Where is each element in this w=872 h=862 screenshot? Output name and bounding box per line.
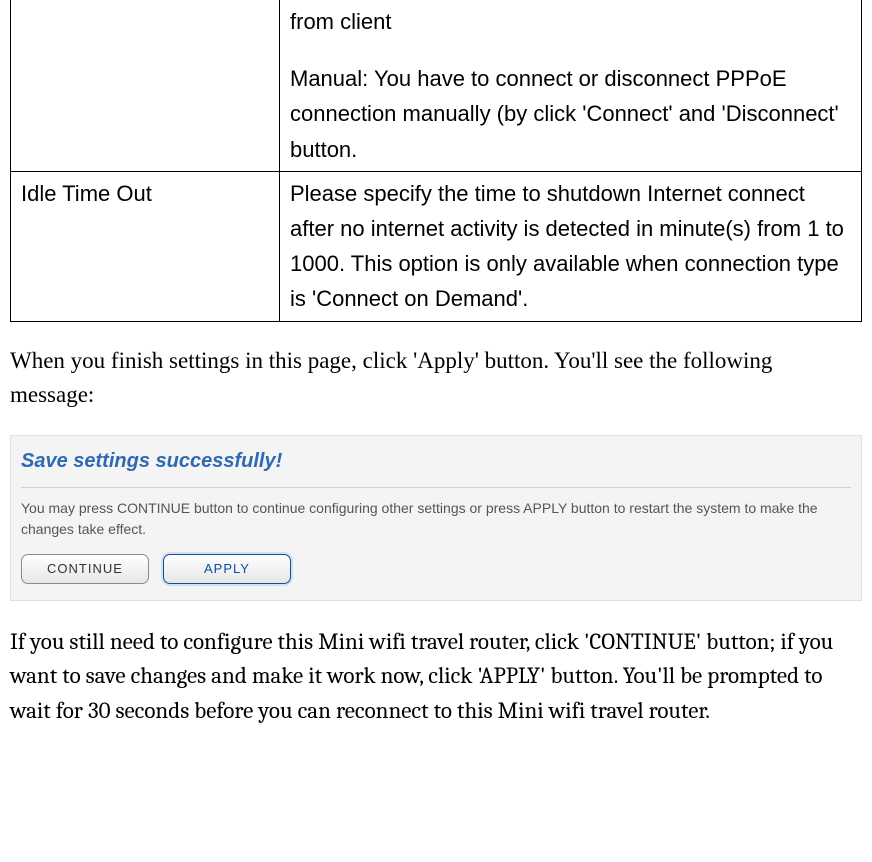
- cell-description: Please specify the time to shutdown Inte…: [280, 171, 862, 321]
- cell-label: [11, 0, 280, 171]
- instruction-paragraph-before: When you finish settings in this page, c…: [10, 344, 862, 413]
- continue-button[interactable]: CONTINUE: [21, 554, 149, 584]
- screenshot-button-row: CONTINUE APPLY: [21, 554, 851, 584]
- cell-text-line1: from client: [290, 9, 391, 34]
- instruction-paragraph-after: If you still need to configure this Mini…: [10, 625, 862, 729]
- apply-button[interactable]: APPLY: [163, 554, 291, 584]
- save-success-screenshot: Save settings successfully! You may pres…: [10, 435, 862, 601]
- cell-description: from client Manual: You have to connect …: [280, 0, 862, 171]
- table-row: Idle Time Out Please specify the time to…: [11, 171, 862, 321]
- screenshot-title: Save settings successfully!: [21, 444, 851, 488]
- table-row: from client Manual: You have to connect …: [11, 0, 862, 171]
- cell-label: Idle Time Out: [11, 171, 280, 321]
- screenshot-text: You may press CONTINUE button to continu…: [21, 488, 851, 554]
- cell-text-line2: Manual: You have to connect or disconnec…: [290, 66, 839, 161]
- settings-description-table: from client Manual: You have to connect …: [10, 0, 862, 322]
